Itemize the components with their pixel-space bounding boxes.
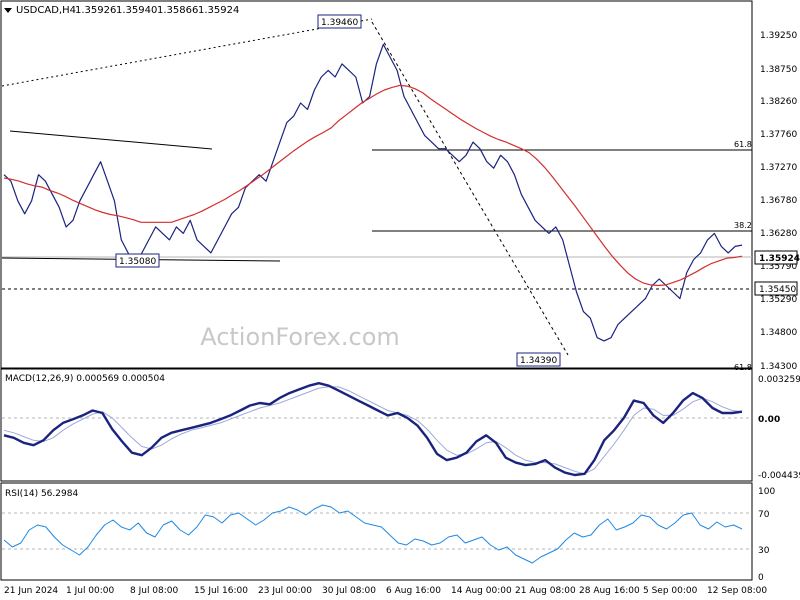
price-title: USDCAD,H4 1.35926 1.35940 1.35866 1.3592… (4, 5, 239, 16)
rsi-tick-label: 100 (758, 487, 775, 497)
current-price-badge-label: 1.35924 (759, 254, 800, 264)
price-tick-label: 1.36280 (760, 229, 797, 239)
price-tick-label: 1.37760 (760, 130, 797, 140)
macd-tick-label: 0.003259 (758, 375, 800, 385)
x-tick-label: 28 Aug 16:00 (579, 586, 640, 596)
x-tick-label: 12 Sep 08:00 (707, 586, 767, 596)
price-tick-label: 1.39250 (760, 31, 797, 41)
low-annotation: 1.34390 (520, 356, 557, 366)
rsi-tick-label: 0 (758, 573, 764, 583)
x-tick-label: 23 Jul 00:00 (258, 586, 312, 596)
high-annotation: 1.39460 (321, 18, 358, 28)
price-tick-label: 1.38260 (760, 97, 797, 107)
price-tick-label: 1.38750 (760, 65, 797, 75)
ohlc-high: 1.35940 (116, 5, 157, 16)
x-tick-label: 21 Jun 2024 (4, 586, 58, 596)
macd-tick-label: -0.004439 (758, 471, 800, 481)
rsi-tick-label: 70 (758, 510, 770, 520)
price-tick-label: 1.36780 (760, 196, 797, 206)
ohlc-close: 1.35924 (198, 5, 239, 16)
x-tick-label: 5 Sep 00:00 (643, 586, 698, 596)
price-panel (0, 0, 753, 369)
macd-panel (0, 368, 753, 482)
fib-label-61: 61.8 (734, 140, 752, 149)
rsi-tick-label: 30 (758, 546, 770, 556)
x-tick-label: 15 Jul 16:00 (194, 586, 248, 596)
fib-label-61-low: 61.8 (734, 363, 752, 372)
fib-label-38: 38.2 (734, 221, 752, 230)
x-tick-label: 1 Jul 00:00 (66, 586, 115, 596)
x-tick-label: 6 Aug 16:00 (386, 586, 441, 596)
ohlc-low: 1.35866 (157, 5, 198, 16)
usdcad-chart: ActionForex.com USDCAD,H4 1.35926 1.3594… (0, 0, 800, 596)
level-badge-label: 1.35450 (759, 285, 796, 295)
macd-tick-label: 0.00 (758, 415, 780, 425)
support-annotation: 1.35080 (119, 257, 156, 267)
symbol-title: USDCAD,H4 (16, 5, 76, 16)
x-axis: 21 Jun 2024 1 Jul 00:00 8 Jul 08:00 15 J… (4, 586, 767, 596)
macd-title: MACD(12,26,9) 0.000569 0.000504 (5, 374, 165, 384)
rsi-title: RSI(14) 56.2984 (5, 489, 78, 499)
price-tick-label: 1.34800 (760, 328, 797, 338)
x-tick-label: 8 Jul 08:00 (130, 586, 179, 596)
price-tick-label: 1.37270 (760, 163, 797, 173)
rsi-panel (0, 482, 753, 581)
x-tick-label: 14 Aug 00:00 (451, 586, 512, 596)
price-tick-label: 1.35290 (760, 295, 797, 305)
price-tick-label: 1.34300 (760, 362, 797, 372)
x-tick-label: 30 Jul 08:00 (322, 586, 376, 596)
price-y-axis: 1.39250 1.38750 1.38260 1.37760 1.37270 … (760, 31, 797, 372)
x-tick-label: 21 Aug 08:00 (515, 586, 576, 596)
ohlc-open: 1.35926 (75, 5, 116, 16)
watermark: ActionForex.com (200, 323, 400, 351)
